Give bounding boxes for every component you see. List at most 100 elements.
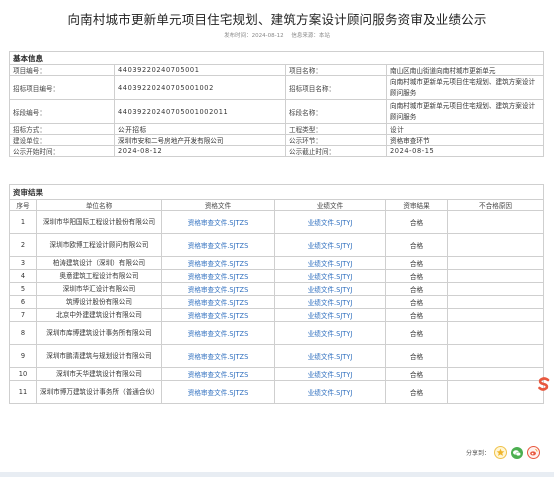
qual-file-link-cell: 资格审查文件.SJTZS xyxy=(161,321,275,345)
qual-file-link-cell: 资格审查文件.SJTZS xyxy=(161,295,275,309)
cell-result: 合格 xyxy=(385,210,448,234)
cell-no: 5 xyxy=(9,282,37,296)
cell-result: 合格 xyxy=(385,295,448,309)
qual-file-link-cell: 资格审查文件.SJTZS xyxy=(161,367,275,381)
table-row: 2 深圳市欧博工程设计顾问有限公司 资格审查文件.SJTZS 业绩文件.SJTYJ 合格 xyxy=(9,233,545,257)
qzone-star-icon[interactable] xyxy=(494,446,507,459)
source-value: 本站 xyxy=(318,33,330,39)
weibo-icon[interactable] xyxy=(527,446,540,459)
cell-unit: 奥意建筑工程设计有限公司 xyxy=(36,269,162,283)
perf-file-link[interactable]: 业绩文件.SJTYJ xyxy=(308,312,353,320)
results-header-row: 序号 单位名称 资格文件 业绩文件 资审结果 不合格原因 xyxy=(9,199,545,211)
section-name-value: 向南村城市更新单元项目住宅规划、建筑方案设计顾问服务 xyxy=(386,99,544,124)
tender-method-label: 招标方式： xyxy=(9,123,115,135)
notice-end-label: 公示截止时间： xyxy=(285,145,387,157)
qual-file-link-cell: 资格审查文件.SJTZS xyxy=(161,210,275,234)
basic-info-table: 基本信息 项目编号： 44039220240705001 项目名称： 南山区南山… xyxy=(9,51,544,157)
qual-file-link-cell: 资格审查文件.SJTZS xyxy=(161,380,275,404)
section-name-label: 标段名称： xyxy=(285,99,387,124)
table-row: 10 深圳市天华建筑设计有限公司 资格审查文件.SJTZS 业绩文件.SJTYJ 合格 xyxy=(9,367,545,381)
table-row: 5 深圳市华汇设计有限公司 资格审查文件.SJTZS 业绩文件.SJTYJ 合格 xyxy=(9,282,545,296)
tender-project-no-label: 招标项目编号： xyxy=(9,75,115,100)
cell-unit: 深圳市鹏清建筑与规划设计有限公司 xyxy=(36,344,162,368)
project-name-label: 项目名称： xyxy=(285,64,387,76)
perf-file-link[interactable]: 业绩文件.SJTYJ xyxy=(308,242,353,250)
tender-method-value: 公开招标 xyxy=(114,123,286,135)
results-heading: 资审结果 xyxy=(8,184,545,200)
cell-reason xyxy=(446,380,545,404)
qual-file-link[interactable]: 资格审查文件.SJTZS xyxy=(188,299,249,307)
qual-file-link[interactable]: 资格审查文件.SJTZS xyxy=(188,286,249,294)
project-type-value: 设计 xyxy=(386,123,544,135)
cell-reason xyxy=(446,256,545,270)
qual-file-link[interactable]: 资格审查文件.SJTZS xyxy=(188,330,249,338)
perf-file-link-cell: 业绩文件.SJTYJ xyxy=(274,210,386,234)
qual-file-link[interactable]: 资格审查文件.SJTZS xyxy=(188,273,249,281)
project-no-label: 项目编号： xyxy=(9,64,115,76)
col-header-reason: 不合格原因 xyxy=(446,199,545,211)
perf-file-link[interactable]: 业绩文件.SJTYJ xyxy=(308,286,353,294)
cell-reason xyxy=(446,210,545,234)
qual-file-link[interactable]: 资格审查文件.SJTZS xyxy=(188,242,249,250)
info-source: 信息来源：本站 xyxy=(291,33,330,39)
tender-project-name-label: 招标项目名称： xyxy=(285,75,387,100)
cell-reason xyxy=(446,269,545,283)
page-meta: 发布时间：2024-08-12 信息来源：本站 xyxy=(0,31,554,39)
qual-file-link[interactable]: 资格审查文件.SJTZS xyxy=(188,389,249,397)
qual-file-link[interactable]: 资格审查文件.SJTZS xyxy=(188,312,249,320)
share-label: 分享到： xyxy=(465,450,490,457)
cell-result: 合格 xyxy=(385,282,448,296)
perf-file-link[interactable]: 业绩文件.SJTYJ xyxy=(308,330,353,338)
cell-result: 合格 xyxy=(385,308,448,322)
perf-file-link[interactable]: 业绩文件.SJTYJ xyxy=(308,260,353,268)
notice-start-value: 2024-08-12 xyxy=(114,145,286,157)
basic-info-heading: 基本信息 xyxy=(9,51,544,65)
cell-unit: 深圳市华阳国际工程设计股份有限公司 xyxy=(36,210,162,234)
publish-date: 2024-08-12 xyxy=(251,33,284,39)
qual-file-link[interactable]: 资格审查文件.SJTZS xyxy=(188,260,249,268)
perf-file-link-cell: 业绩文件.SJTYJ xyxy=(274,282,386,296)
cell-unit: 深圳市库博建筑设计事务所有限公司 xyxy=(36,321,162,345)
perf-file-link[interactable]: 业绩文件.SJTYJ xyxy=(308,273,353,281)
table-row: 7 北京中外建建筑设计有限公司 资格审查文件.SJTZS 业绩文件.SJTYJ 合格 xyxy=(9,308,545,322)
results-table: 资审结果 序号 单位名称 资格文件 业绩文件 资审结果 不合格原因 1 深圳市华阳… xyxy=(8,184,545,404)
publish-label: 发布时间： xyxy=(224,33,252,39)
section-no-value: 44039220240705001002011 xyxy=(114,99,286,124)
perf-file-link[interactable]: 业绩文件.SJTYJ xyxy=(308,371,353,379)
cell-no: 9 xyxy=(9,344,37,368)
cell-reason xyxy=(446,282,545,296)
perf-file-link[interactable]: 业绩文件.SJTYJ xyxy=(308,299,353,307)
table-row: 4 奥意建筑工程设计有限公司 资格审查文件.SJTZS 业绩文件.SJTYJ 合格 xyxy=(9,269,545,283)
col-header-result: 资审结果 xyxy=(385,199,448,211)
cell-no: 10 xyxy=(9,367,37,381)
perf-file-link[interactable]: 业绩文件.SJTYJ xyxy=(308,219,353,227)
results-body: 1 深圳市华阳国际工程设计股份有限公司 资格审查文件.SJTZS 业绩文件.SJTYJ… xyxy=(9,210,545,404)
qual-file-link[interactable]: 资格审查文件.SJTZS xyxy=(188,219,249,227)
cell-unit: 深圳市天华建筑设计有限公司 xyxy=(36,367,162,381)
cell-result: 合格 xyxy=(385,367,448,381)
perf-file-link[interactable]: 业绩文件.SJTYJ xyxy=(308,389,353,397)
cell-reason xyxy=(446,233,545,257)
wechat-icon[interactable] xyxy=(511,446,523,459)
cell-no: 8 xyxy=(9,321,37,345)
qual-file-link-cell: 资格审查文件.SJTZS xyxy=(161,282,275,296)
cell-unit: 北京中外建建筑设计有限公司 xyxy=(36,308,162,322)
perf-file-link[interactable]: 业绩文件.SJTYJ xyxy=(308,353,353,361)
cell-reason xyxy=(446,321,545,345)
qual-file-link[interactable]: 资格审查文件.SJTZS xyxy=(188,353,249,361)
perf-file-link-cell: 业绩文件.SJTYJ xyxy=(274,321,386,345)
cell-reason xyxy=(446,367,545,381)
cell-unit: 深圳市欧博工程设计顾问有限公司 xyxy=(36,233,162,257)
table-row: 6 筑博设计股份有限公司 资格审查文件.SJTZS 业绩文件.SJTYJ 合格 xyxy=(9,295,545,309)
section-no-label: 标段编号： xyxy=(9,99,115,124)
cell-no: 7 xyxy=(9,308,37,322)
qual-file-link[interactable]: 资格审查文件.SJTZS xyxy=(188,371,249,379)
builder-label: 建设单位： xyxy=(9,134,115,146)
sogou-s-icon[interactable] xyxy=(538,376,550,391)
cell-result: 合格 xyxy=(385,344,448,368)
qual-file-link-cell: 资格审查文件.SJTZS xyxy=(161,233,275,257)
table-row: 8 深圳市库博建筑设计事务所有限公司 资格审查文件.SJTZS 业绩文件.SJTYJ 合… xyxy=(9,321,545,345)
notice-stage-value: 资格审查环节 xyxy=(386,134,544,146)
notice-stage-label: 公示环节： xyxy=(285,134,387,146)
col-header-unit: 单位名称 xyxy=(36,199,162,211)
